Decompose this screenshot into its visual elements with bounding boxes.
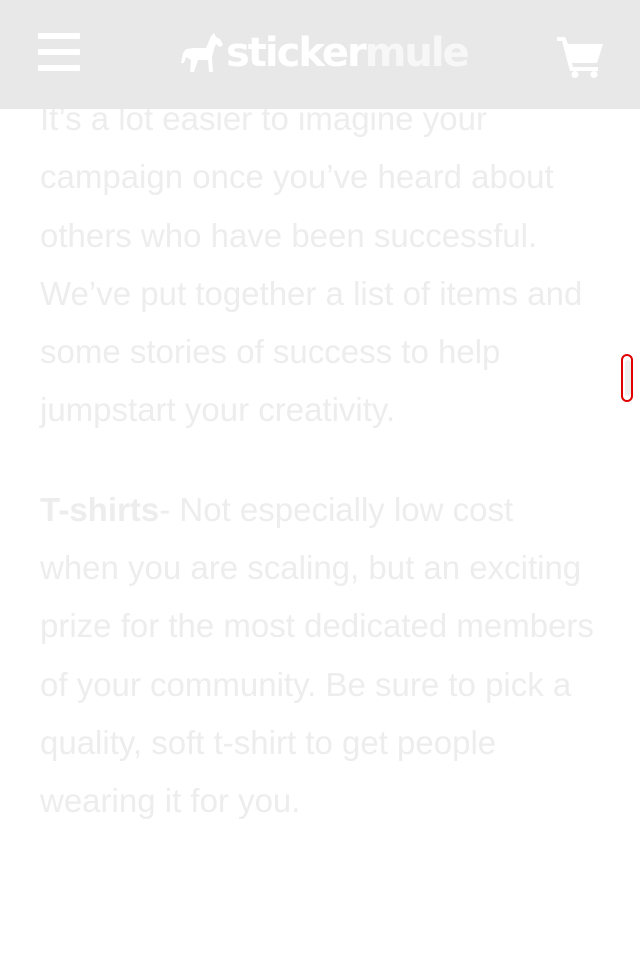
menu-bar xyxy=(38,65,80,71)
tshirts-paragraph: T-shirts- Not especially low cost when y… xyxy=(40,481,600,831)
site-header: stickermule xyxy=(0,0,640,109)
brand-part-sticker: sticker xyxy=(226,30,367,76)
brand-name: stickermule xyxy=(226,30,470,76)
shopping-cart-icon[interactable] xyxy=(556,36,604,78)
tshirts-text: - Not especially low cost when you are s… xyxy=(40,490,594,820)
scroll-handle-thumb xyxy=(625,360,631,396)
brand-part-mule: mule xyxy=(364,30,470,76)
menu-bar xyxy=(38,49,80,55)
stickermule-logo[interactable]: stickermule xyxy=(180,30,470,76)
tshirts-title: T-shirts xyxy=(40,490,160,528)
scroll-handle-icon[interactable] xyxy=(621,354,633,402)
hamburger-menu-icon[interactable] xyxy=(38,33,82,73)
mule-icon xyxy=(181,33,223,72)
menu-bar xyxy=(38,33,80,39)
article-body: It’s a lot easier to imagine your campai… xyxy=(40,90,600,831)
page: It’s a lot easier to imagine your campai… xyxy=(0,0,640,959)
intro-paragraph: It’s a lot easier to imagine your campai… xyxy=(40,100,583,429)
